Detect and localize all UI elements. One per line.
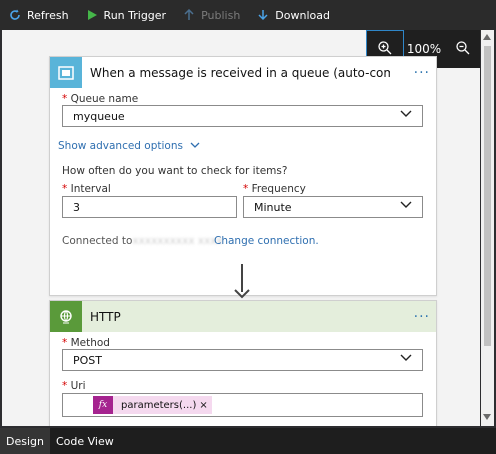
trigger-title: When a message is received in a queue (a… [90,65,390,80]
globe-icon [50,301,82,332]
connection-info: Connected toxxxxxxxxxx xxxx [62,235,223,247]
download-arrow-icon [256,8,270,22]
queue-name-label: * Queue name [62,93,139,105]
frequency-dropdown[interactable]: Minute [243,196,423,218]
interval-value: 3 [73,200,80,214]
uri-label: * Uri [62,380,86,392]
vertical-scrollbar[interactable] [481,30,494,426]
interval-label: * Interval [62,183,111,195]
method-value: POST [73,353,102,367]
chevron-down-icon [400,201,412,208]
show-advanced-options-link[interactable]: Show advanced options [58,140,200,152]
frequency-label: * Frequency [243,183,306,195]
refresh-button[interactable]: Refresh [0,0,77,30]
download-label: Download [275,8,330,22]
more-options-icon[interactable]: ··· [414,65,430,81]
scroll-down-icon[interactable] [483,414,491,420]
method-dropdown[interactable]: POST [62,349,423,371]
http-title: HTTP [90,309,121,324]
function-icon: fx [93,396,113,414]
uri-input[interactable]: fx parameters(...) × [62,393,423,417]
method-label: * Method [62,337,110,349]
chevron-down-icon [400,354,412,361]
http-card: HTTP ··· * Method POST * Uri fx paramete… [49,300,437,426]
remove-token-button[interactable]: × [199,400,211,411]
token-label: parameters(...) [121,399,197,411]
interval-input[interactable]: 3 [62,196,237,218]
scroll-thumb[interactable] [484,46,491,346]
redacted-connection-name: xxxxxxxxxx xxxx [132,235,223,247]
play-icon [85,8,99,22]
queue-icon [50,57,82,88]
run-trigger-label: Run Trigger [103,8,167,22]
change-connection-link[interactable]: Change connection. [214,235,319,247]
frequency-value: Minute [254,200,292,214]
run-trigger-button[interactable]: Run Trigger [77,0,175,30]
download-button[interactable]: Download [248,0,338,30]
zoom-out-button[interactable] [444,30,480,68]
frequency-question: How often do you want to check for items… [62,165,288,177]
zoom-out-icon [455,40,471,59]
zoom-level: 100% [406,42,442,56]
view-tabs: Design Code View [0,428,496,454]
upload-arrow-icon [182,8,196,22]
tab-code-view[interactable]: Code View [50,428,120,454]
scroll-up-icon[interactable] [483,34,491,40]
refresh-label: Refresh [27,8,69,22]
designer-toolbar: Refresh Run Trigger Publish Download [0,0,496,30]
trigger-card: When a message is received in a queue (a… [49,56,437,296]
trigger-card-header[interactable]: When a message is received in a queue (a… [50,57,436,88]
queue-name-value: myqueue [73,109,125,123]
chevron-down-icon [400,110,412,117]
queue-name-dropdown[interactable]: myqueue [62,105,423,127]
chevron-down-icon [190,142,200,148]
tab-design[interactable]: Design [0,428,50,454]
publish-label: Publish [201,8,241,22]
more-options-icon[interactable]: ··· [414,309,430,325]
parameters-token[interactable]: fx parameters(...) × [93,396,212,414]
publish-button[interactable]: Publish [174,0,248,30]
designer-canvas: 100% When a message is received in a que… [2,30,480,426]
http-card-header[interactable]: HTTP ··· [50,301,436,332]
refresh-icon [8,8,22,22]
